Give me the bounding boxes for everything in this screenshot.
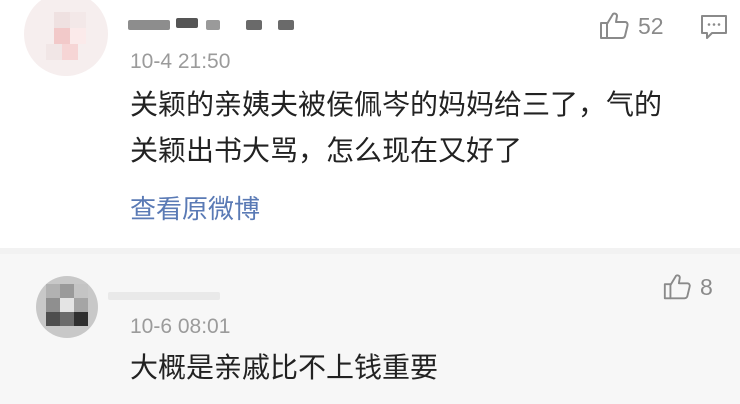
- comment-timestamp: 10-4 21:50: [130, 50, 231, 73]
- comment-text-line: 关颖出书大骂，怎么现在又好了: [130, 134, 523, 167]
- thumbs-up-icon: [662, 272, 692, 302]
- like-button[interactable]: 52: [598, 10, 664, 42]
- thumbs-up-icon: [598, 10, 630, 42]
- comment-timestamp: 10-6 08:01: [130, 315, 231, 338]
- comment-icon[interactable]: [700, 14, 728, 44]
- avatar[interactable]: [36, 276, 98, 338]
- like-button[interactable]: 8: [662, 272, 713, 302]
- comment-text-line: 关颖的亲姨夫被侯佩岑的妈妈给三了，气的: [130, 88, 663, 121]
- like-count: 8: [700, 273, 713, 300]
- like-count: 52: [638, 12, 664, 39]
- comment-text-line: 大概是亲戚比不上钱重要: [130, 351, 439, 384]
- avatar[interactable]: [24, 0, 108, 76]
- view-original-post-link[interactable]: 查看原微博: [130, 190, 260, 230]
- comment-item: 10-4 21:50 关颖的亲姨夫被侯佩岑的妈妈给三了，气的 关颖出书大骂，怎么…: [0, 0, 740, 248]
